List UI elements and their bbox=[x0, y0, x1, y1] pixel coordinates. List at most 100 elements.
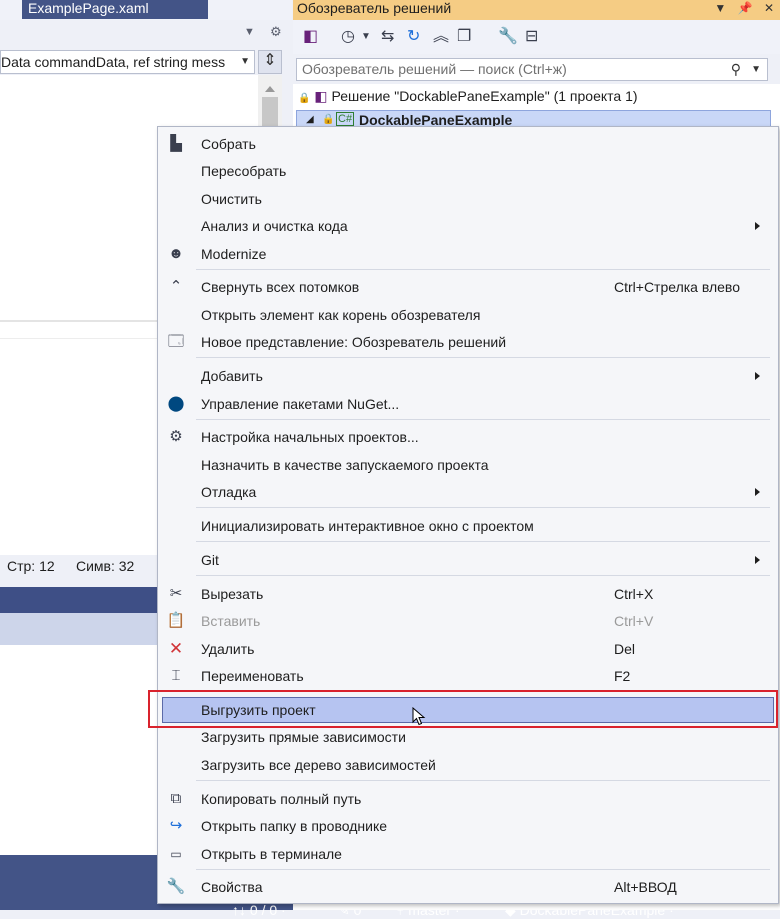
menu-item-collapse-all[interactable]: ⌃ Свернуть всех потомков Ctrl+Стрелка вл… bbox=[158, 274, 778, 300]
menu-item-label: Вырезать bbox=[201, 586, 264, 602]
menu-separator bbox=[196, 869, 770, 870]
menu-item-copy-path[interactable]: ⧉ Копировать полный путь bbox=[158, 786, 778, 812]
mouse-cursor-icon bbox=[412, 707, 426, 726]
refresh-arrow-icon: ↪ bbox=[169, 817, 183, 834]
menu-item-shortcut: Ctrl+Стрелка влево bbox=[614, 279, 740, 295]
menu-item-label: Назначить в качестве запускаемого проект… bbox=[201, 457, 489, 473]
menu-item-label: Открыть в терминале bbox=[201, 846, 342, 862]
menu-item-add[interactable]: Добавить bbox=[158, 363, 778, 389]
menu-item-label: Добавить bbox=[201, 368, 263, 384]
chevron-down-icon[interactable]: ▼ bbox=[751, 59, 761, 80]
menu-separator bbox=[196, 269, 770, 270]
menu-item-scope-to-this[interactable]: Открыть элемент как корень обозревателя bbox=[158, 302, 778, 328]
split-editor-button[interactable]: ⇕ bbox=[258, 50, 282, 74]
gear-icon[interactable]: ⚙ bbox=[270, 24, 282, 40]
menu-item-label: Новое представление: Обозреватель решени… bbox=[201, 334, 507, 350]
lock-icon: 🔒 bbox=[298, 93, 311, 104]
tab-dropdown-icon[interactable]: ▼ bbox=[244, 26, 255, 38]
menu-item-startup-projects[interactable]: ⚙ Настройка начальных проектов... bbox=[158, 424, 778, 450]
rename-icon: ⌶ bbox=[171, 667, 181, 684]
menu-item-set-startup[interactable]: Назначить в качестве запускаемого проект… bbox=[158, 452, 778, 478]
vs-solution-icon[interactable]: ◧ bbox=[303, 28, 318, 46]
menu-item-label: Настройка начальных проектов... bbox=[201, 429, 419, 445]
menu-item-rebuild[interactable]: Пересобрать bbox=[158, 158, 778, 184]
document-tab[interactable]: ExamplePage.xaml bbox=[22, 0, 208, 19]
menu-item-git[interactable]: Git bbox=[158, 547, 778, 573]
chevron-up-icon: ⌃ bbox=[169, 278, 183, 295]
menu-item-rename[interactable]: ⌶ Переименовать F2 bbox=[158, 663, 778, 689]
menu-item-label: Управление пакетами NuGet... bbox=[201, 396, 400, 412]
menu-item-label: Анализ и очистка кода bbox=[201, 218, 348, 234]
wrench-icon[interactable]: 🔧 bbox=[498, 28, 518, 46]
menu-item-shortcut: Ctrl+X bbox=[614, 586, 654, 602]
menu-item-shortcut: Alt+ВВОД bbox=[614, 879, 677, 895]
copy-icon: ⧉ bbox=[170, 790, 182, 807]
pin-icon[interactable]: 📌 bbox=[738, 1, 753, 15]
menu-separator bbox=[196, 780, 770, 781]
preview-icon[interactable]: ⊟ bbox=[525, 28, 538, 46]
menu-item-label: Загрузить все дерево зависимостей bbox=[201, 757, 436, 773]
context-menu: ▙ Собрать Пересобрать Очистить Анализ и … bbox=[157, 126, 779, 904]
menu-item-properties[interactable]: 🔧 Свойства Alt+ВВОД bbox=[158, 874, 778, 900]
solution-explorer-search-input[interactable]: Обозреватель решений — поиск (Ctrl+ж) ⚲ … bbox=[296, 58, 768, 81]
menu-item-label: Копировать полный путь bbox=[201, 791, 362, 807]
copilot-icon: ☻ bbox=[168, 245, 184, 262]
menu-item-paste[interactable]: 📋 Вставить Ctrl+V bbox=[158, 608, 778, 634]
solution-explorer-title-bar: Обозреватель решений ▼ 📌 ✕ bbox=[293, 0, 780, 20]
tree-node-solution[interactable]: 🔒 ◧ Решение "DockablePaneExample" (1 про… bbox=[298, 86, 638, 109]
submenu-arrow-icon bbox=[755, 372, 760, 380]
menu-item-build[interactable]: ▙ Собрать bbox=[158, 131, 778, 157]
submenu-arrow-icon bbox=[755, 488, 760, 496]
scissors-icon: ✂ bbox=[169, 585, 183, 602]
menu-item-debug[interactable]: Отладка bbox=[158, 479, 778, 505]
nuget-icon: ⬤ bbox=[167, 395, 185, 412]
menu-item-label: Очистить bbox=[201, 191, 262, 207]
member-navigation-dropdown[interactable]: Data commandData, ref string mess ▼ bbox=[0, 50, 255, 74]
menu-separator bbox=[196, 507, 770, 508]
refresh-icon[interactable]: ↻ bbox=[407, 28, 420, 46]
menu-separator bbox=[196, 575, 770, 576]
search-icon[interactable]: ⚲ bbox=[731, 59, 741, 80]
chevron-down-icon[interactable]: ▼ bbox=[714, 1, 726, 15]
menu-separator bbox=[196, 357, 770, 358]
status-errors[interactable]: ↑↓ 0 / 0 · bbox=[232, 902, 286, 918]
terminal-icon: ▭ bbox=[170, 847, 182, 861]
member-navigation-value: Data commandData, ref string mess bbox=[1, 54, 226, 70]
menu-item-load-dep-tree[interactable]: Загрузить все дерево зависимостей bbox=[158, 752, 778, 778]
build-icon: ▙ bbox=[170, 135, 182, 152]
solution-node-label: Решение "DockablePaneExample" (1 проекта… bbox=[331, 88, 638, 104]
submenu-arrow-icon bbox=[755, 556, 760, 564]
chevron-down-icon[interactable]: ▼ bbox=[361, 28, 371, 46]
menu-item-interactive[interactable]: Инициализировать интерактивное окно с пр… bbox=[158, 513, 778, 539]
show-all-files-icon[interactable]: ❐ bbox=[457, 28, 471, 46]
menu-item-new-view[interactable]: 🗔 Новое представление: Обозреватель реше… bbox=[158, 329, 778, 355]
menu-item-label: Свойства bbox=[201, 879, 263, 895]
menu-item-label: Пересобрать bbox=[201, 163, 287, 179]
menu-item-label: Переименовать bbox=[201, 668, 304, 684]
wrench-icon: 🔧 bbox=[166, 878, 186, 895]
menu-item-clean[interactable]: Очистить bbox=[158, 186, 778, 212]
collapse-all-icon[interactable]: ︽ bbox=[433, 28, 449, 46]
menu-item-label: Git bbox=[201, 552, 219, 568]
menu-item-shortcut: F2 bbox=[614, 668, 631, 684]
menu-item-label: Отладка bbox=[201, 484, 257, 500]
menu-item-delete[interactable]: ✕ Удалить Del bbox=[158, 636, 778, 662]
menu-item-analyze[interactable]: Анализ и очистка кода bbox=[158, 213, 778, 239]
new-view-icon: 🗔 bbox=[167, 333, 185, 350]
menu-item-shortcut: Del bbox=[614, 641, 636, 657]
expand-arrow-icon[interactable]: ◢ bbox=[306, 114, 314, 125]
menu-item-open-folder[interactable]: ↪ Открыть папку в проводнике bbox=[158, 813, 778, 839]
close-icon[interactable]: ✕ bbox=[764, 1, 774, 15]
chevron-down-icon: ▼ bbox=[240, 56, 250, 67]
sync-icon[interactable]: ⇆ bbox=[381, 28, 394, 46]
search-placeholder: Обозреватель решений — поиск (Ctrl+ж) bbox=[302, 61, 567, 77]
menu-item-nuget[interactable]: ⬤ Управление пакетами NuGet... bbox=[158, 391, 778, 417]
menu-item-open-terminal[interactable]: ▭ Открыть в терминале bbox=[158, 841, 778, 867]
solution-icon: ◧ bbox=[314, 88, 328, 104]
scroll-up-arrow-icon[interactable] bbox=[265, 86, 275, 92]
lock-icon: 🔒 bbox=[322, 114, 335, 125]
menu-item-cut[interactable]: ✂ Вырезать Ctrl+X bbox=[158, 581, 778, 607]
menu-item-label: Загрузить прямые зависимости bbox=[201, 729, 406, 745]
menu-item-modernize[interactable]: ☻ Modernize bbox=[158, 241, 778, 267]
history-icon[interactable]: ◷ bbox=[341, 28, 355, 46]
